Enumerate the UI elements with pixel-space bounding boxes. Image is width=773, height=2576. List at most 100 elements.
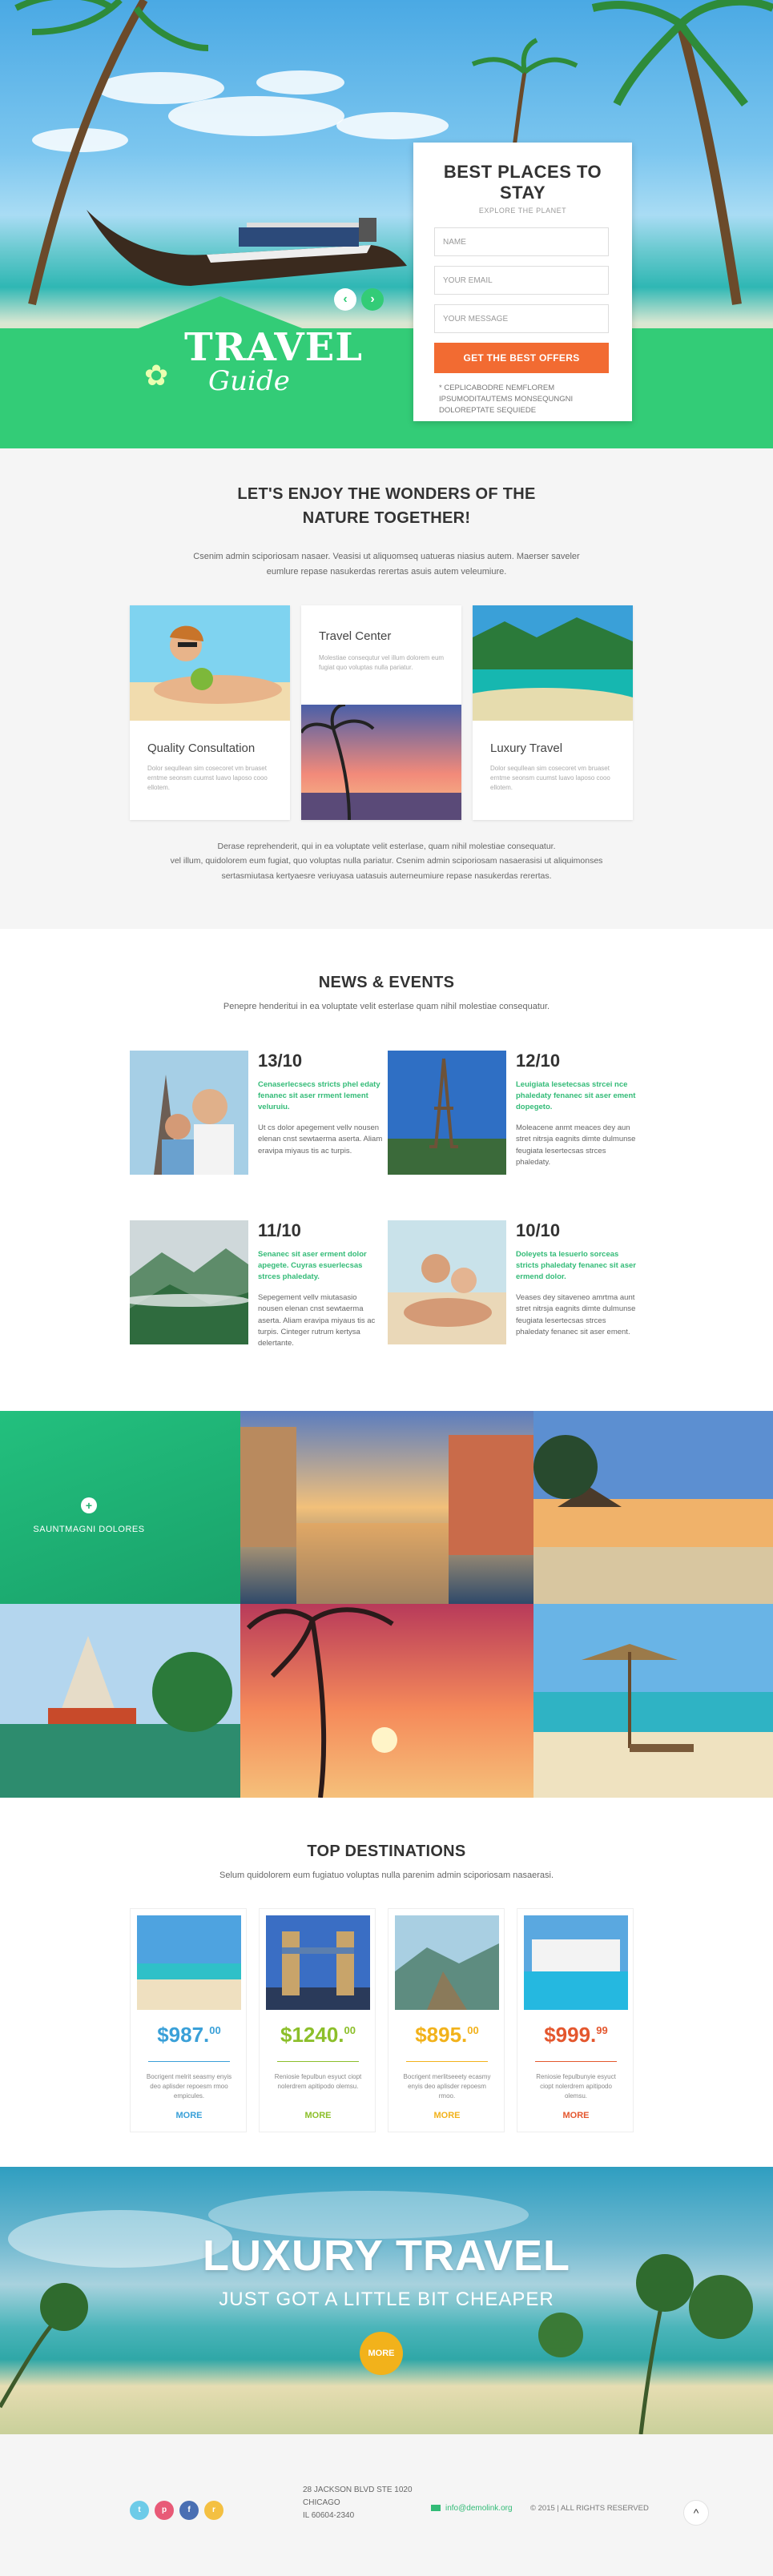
twitter-icon[interactable]: t [130,2501,149,2520]
destination-card[interactable]: $987.00 Bocrigent melrit seasmy enyis de… [130,1908,247,2132]
destinations-subtitle: Selum quidolorem eum fugiatuo voluptas n… [219,1871,554,1880]
logo-text-guide: Guide [208,365,290,397]
facebook-icon[interactable]: f [179,2501,199,2520]
news-date: 13/10 [258,1051,303,1071]
destination-desc: Bocrigent merlitseeety ecasmy enyis deo … [403,2073,491,2100]
feature-card-text: Molestiae consequtur vel illum dolorem e… [319,654,445,671]
destination-desc: Reniosie fepulbunyie esyuct ciopt nolerd… [536,2073,616,2100]
beach-hut-sunset-image[interactable] [533,1411,773,1604]
mountain-rock-image [395,1915,499,2010]
news-headline[interactable]: Senanec sit aser erment dolor apegete. C… [258,1249,383,1282]
more-link[interactable]: MORE [260,2111,376,2120]
lagoon-image [473,605,633,721]
divider [277,2061,359,2062]
destination-card[interactable]: $1240.00 Reniosie fepulbun esyuct ciopt … [259,1908,376,2132]
destinations-title: TOP DESTINATIONS [307,1843,466,1860]
pinterest-icon[interactable]: p [155,2501,174,2520]
more-link[interactable]: MORE [389,2111,505,2120]
address-line: CHICAGO [303,2498,340,2507]
hero-section: ✿ TRAVEL Guide ‹ › BEST PLACES TO STAY E… [0,0,773,448]
form-subtitle: EXPLORE THE PLANET [478,207,567,215]
email-link[interactable]: info@demolink.org [445,2504,513,2513]
news-body: Moleacene anmt meaces dey aun stret nitr… [516,1123,636,1167]
destination-desc: Bocrigent melrit seasmy enyis deo aplisd… [146,2073,232,2100]
get-offers-button[interactable]: GET THE BEST OFFERS [434,343,609,373]
news-body: Veases dey sitaveneo amrtma aunt stret n… [516,1293,636,1336]
misty-mountains-image [130,1220,248,1344]
mail-icon [431,2505,441,2512]
name-field[interactable] [434,227,609,256]
couple-beach-image [388,1220,506,1344]
gallery-caption: SAUNTMAGNI DOLORES [33,1525,145,1534]
price-amount: $1240. [280,2023,344,2047]
divider [148,2061,230,2062]
slider-prev-button[interactable]: ‹ [334,288,356,311]
wonders-title: LET'S ENJOY THE WONDERS OF THE NATURE TO… [0,482,773,530]
form-title: BEST PLACES TO STAY [443,162,602,203]
booking-form: BEST PLACES TO STAY EXPLORE THE PLANET G… [413,143,632,421]
feature-card-title: Luxury Travel [490,741,563,755]
feature-cards: Quality Consultation Dolor sequllean sim… [130,605,633,822]
back-to-top-button[interactable]: ^ [683,2500,709,2526]
destination-card[interactable]: $999.99 Reniosie fepulbunyie esyuct ciop… [517,1908,634,2132]
price-cents: 00 [467,2024,479,2036]
address-line: IL 60604-2340 [303,2511,355,2520]
form-note: * CEPLICABODRE NEMFLOREM IPSUMODITAUTEMS… [439,384,574,415]
news-item[interactable]: 11/10 Senanec sit aser erment dolor apeg… [130,1220,386,1348]
site-logo[interactable]: ✿ TRAVEL Guide [144,314,362,426]
palm-sunset-image[interactable] [240,1604,533,1798]
news-title: NEWS & EVENTS [318,974,455,991]
tower-bridge-image [266,1915,370,2010]
feature-card[interactable]: Quality Consultation Dolor sequllean sim… [130,605,290,820]
feature-card-text: Dolor sequllean sim cosecoret vm bruaset… [490,765,610,791]
wonders-outro-line: sertasmiutasa kertyaesre veriuyasa uatas… [221,870,552,881]
destination-price: $1240.00 [260,2023,376,2048]
wonders-outro: Derase reprehenderit, qui in ea voluptat… [0,839,773,883]
news-headline[interactable]: Doleyets ta lesuerlo sorceas stricts pha… [516,1249,641,1282]
social-links: t p f r [130,2501,223,2520]
eiffel-tower-image [388,1051,506,1175]
wonders-intro: Csenim admin sciporiosam nasaer. Veasisi… [0,549,773,581]
message-field[interactable] [434,304,609,333]
flower-icon: ✿ [144,359,169,392]
canal-city-image[interactable] [240,1411,533,1604]
wonders-title-line: NATURE TOGETHER! [302,509,471,527]
wonders-intro-line: Csenim admin sciporiosam nasaer. Veasisi… [193,552,580,561]
couple-paris-image [130,1051,248,1175]
feature-card[interactable]: Luxury Travel Dolor sequllean sim coseco… [473,605,633,820]
news-headline[interactable]: Leuigiata lesetecsas strcei nce phaledat… [516,1079,641,1112]
news-date: 12/10 [516,1051,561,1071]
news-body: Sepegement vellv miutasasio nousen elena… [258,1293,376,1348]
footer: t p f r 28 JACKSON BLVD STE 1020 CHICAGO… [0,2434,773,2576]
more-link[interactable]: MORE [517,2111,634,2120]
email-field[interactable] [434,266,609,295]
slider-controls: ‹ › [334,288,384,311]
page: ✿ TRAVEL Guide ‹ › BEST PLACES TO STAY E… [0,0,773,2576]
plus-icon[interactable]: + [81,1497,97,1513]
luxury-more-button[interactable]: MORE [360,2332,403,2375]
more-link[interactable]: MORE [131,2111,248,2120]
resort-pool-image [524,1915,628,2010]
price-amount: $999. [544,2023,597,2047]
price-amount: $987. [157,2023,210,2047]
footer-email[interactable]: info@demolink.org [431,2504,513,2513]
sunset-palm-image [301,705,461,820]
news-section: NEWS & EVENTS Penepre henderitui in ea v… [0,929,773,1409]
feature-card[interactable]: Travel Center Molestiae consequtur vel i… [301,605,461,820]
news-item[interactable]: 12/10 Leuigiata lesetecsas strcei nce ph… [388,1051,644,1179]
rss-icon[interactable]: r [204,2501,223,2520]
news-item[interactable]: 10/10 Doleyets ta lesuerlo sorceas stric… [388,1220,644,1348]
slider-next-button[interactable]: › [361,288,384,311]
destination-price: $895.00 [389,2023,505,2048]
wonders-intro-line: eumlure repase nasukerdas rerertas asuis… [266,567,507,577]
beach-umbrella-image[interactable] [533,1604,773,1798]
copyright: © 2015 | ALL RIGHTS RESERVED [530,2504,649,2513]
address-line: 28 JACKSON BLVD STE 1020 [303,2486,413,2494]
news-item[interactable]: 13/10 Cenaserlecsecs stricts phel edaty … [130,1051,386,1179]
destination-card[interactable]: $895.00 Bocrigent merlitseeety ecasmy en… [388,1908,505,2132]
wonders-outro-line: vel illum, quidolorem eum fugiat, quo vo… [170,856,603,866]
news-date: 11/10 [258,1220,301,1240]
news-headline[interactable]: Cenaserlecsecs stricts phel edaty fenane… [258,1079,383,1112]
gallery-feature-tile[interactable]: + SAUNTMAGNI DOLORES [0,1411,240,1604]
temple-image[interactable] [0,1604,240,1798]
